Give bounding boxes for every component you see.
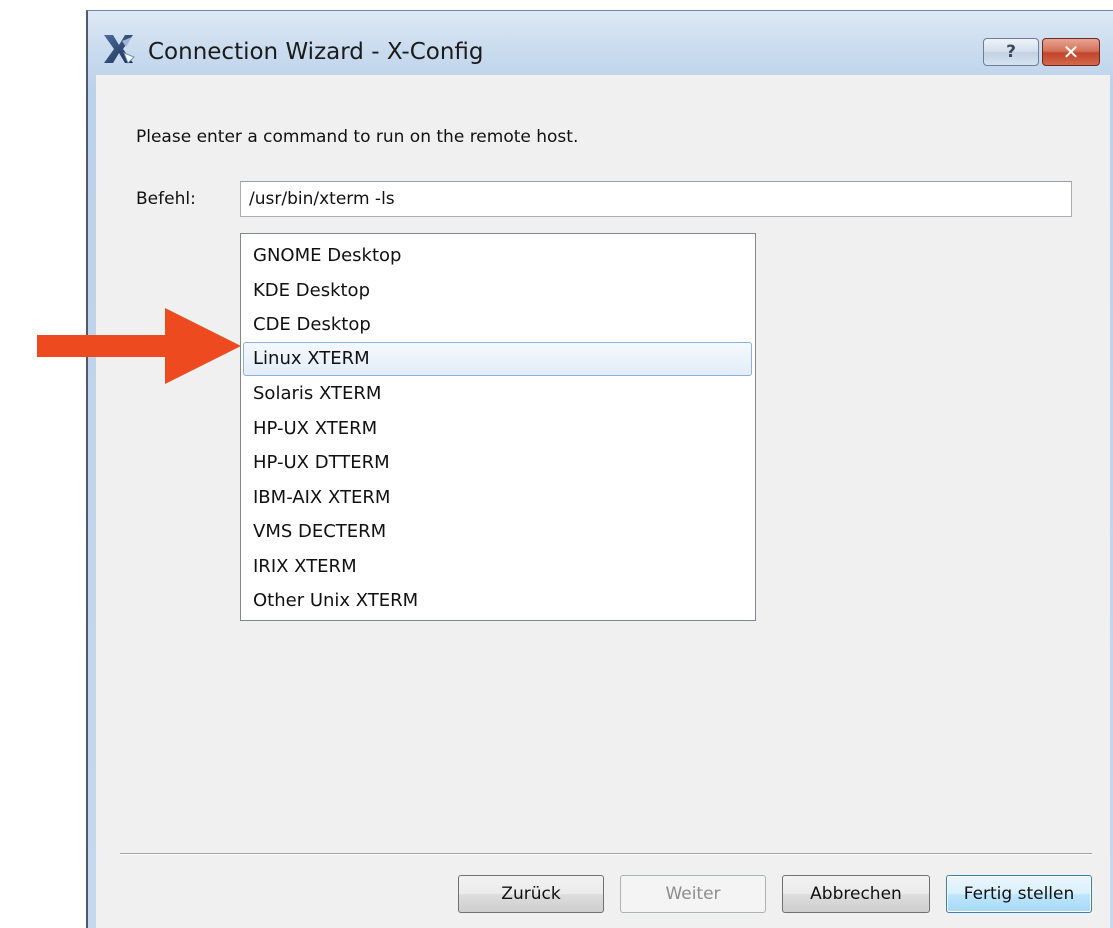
- list-item-vms-decterm[interactable]: VMS DECTERM: [243, 514, 752, 549]
- help-icon: ?: [1006, 42, 1016, 62]
- command-input[interactable]: [240, 181, 1072, 217]
- list-item-other-unix-xterm[interactable]: Other Unix XTERM: [243, 583, 752, 618]
- title-bar[interactable]: Connection Wizard - X-Config ? ✕: [88, 11, 1113, 75]
- command-label: Befehl:: [136, 189, 196, 209]
- help-button[interactable]: ?: [983, 38, 1039, 66]
- instruction-text: Please enter a command to run on the rem…: [136, 127, 579, 147]
- list-item-ibm-aix-xterm[interactable]: IBM-AIX XTERM: [243, 480, 752, 515]
- close-button[interactable]: ✕: [1042, 38, 1100, 66]
- cancel-button[interactable]: Abbrechen: [782, 875, 930, 913]
- environment-listbox[interactable]: GNOME Desktop KDE Desktop CDE Desktop Li…: [240, 233, 756, 621]
- list-item-cde-desktop[interactable]: CDE Desktop: [243, 307, 752, 342]
- list-item-hp-ux-dtterm[interactable]: HP-UX DTTERM: [243, 445, 752, 480]
- screenshot-stage: Connection Wizard - X-Config ? ✕ Please …: [0, 0, 1113, 928]
- list-item-solaris-xterm[interactable]: Solaris XTERM: [243, 376, 752, 411]
- list-item-gnome-desktop[interactable]: GNOME Desktop: [243, 238, 752, 273]
- close-icon: ✕: [1062, 40, 1080, 64]
- list-item-kde-desktop[interactable]: KDE Desktop: [243, 273, 752, 308]
- next-button[interactable]: Weiter: [620, 875, 766, 913]
- back-button[interactable]: Zurück: [458, 875, 604, 913]
- button-separator: [120, 853, 1092, 855]
- finish-button[interactable]: Fertig stellen: [946, 875, 1092, 913]
- list-item-hp-ux-xterm[interactable]: HP-UX XTERM: [243, 411, 752, 446]
- window-title: Connection Wizard - X-Config: [148, 39, 484, 65]
- list-item-linux-xterm[interactable]: Linux XTERM: [243, 341, 752, 376]
- list-item-irix-xterm[interactable]: IRIX XTERM: [243, 549, 752, 584]
- dialog-content: Please enter a command to run on the rem…: [96, 75, 1110, 928]
- connection-wizard-window: Connection Wizard - X-Config ? ✕ Please …: [86, 10, 1113, 928]
- annotation-arrow-icon: [37, 308, 241, 384]
- x-config-app-icon: [104, 35, 135, 64]
